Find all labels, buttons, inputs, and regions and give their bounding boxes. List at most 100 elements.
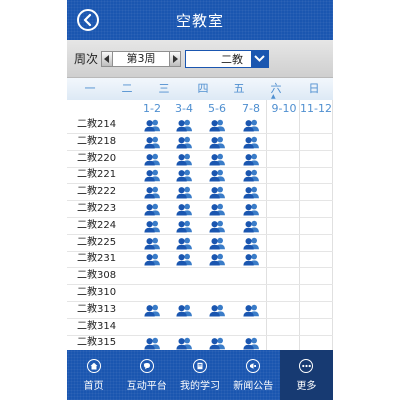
tab-label: 我的学习 <box>180 380 220 392</box>
free-room-icon[interactable] <box>135 135 169 150</box>
tab-label: 互动平台 <box>126 380 167 392</box>
room-row: 二教223 <box>67 201 333 218</box>
free-room-icon[interactable] <box>135 252 169 267</box>
free-room-icon[interactable] <box>234 202 268 217</box>
free-room-icon[interactable] <box>135 219 169 234</box>
free-room-icon[interactable] <box>200 236 234 251</box>
room-grid: 1-2 3-4 5-6 7-8 9-10 11-12 二教214 二教218 二教220 二… <box>67 100 333 350</box>
free-room-icon[interactable] <box>167 303 201 318</box>
room-row: 二教222 <box>67 184 333 202</box>
empty-cell <box>267 202 301 217</box>
room-name: 二教225 <box>77 236 117 248</box>
free-room-icon[interactable] <box>135 185 169 200</box>
empty-cell <box>267 303 301 318</box>
free-room-icon[interactable] <box>167 336 201 350</box>
room-row: 二教310 <box>67 285 333 302</box>
tab-news[interactable]: 新闻公告 <box>227 350 280 400</box>
free-room-icon[interactable] <box>234 135 268 150</box>
empty-cell <box>299 252 333 267</box>
empty-cell <box>299 320 333 335</box>
empty-cell <box>267 320 301 335</box>
home-icon <box>86 358 101 373</box>
day-label: 五 <box>233 82 245 95</box>
free-room-icon[interactable] <box>234 336 268 350</box>
free-room-icon[interactable] <box>200 202 234 217</box>
tab-study[interactable]: 我的学习 <box>173 350 226 400</box>
free-room-icon[interactable] <box>234 236 268 251</box>
empty-cell <box>267 252 301 267</box>
empty-cell <box>299 236 333 251</box>
free-room-icon[interactable] <box>234 252 268 267</box>
free-room-icon[interactable] <box>200 185 234 200</box>
room-row: 二教214 <box>67 117 333 134</box>
day-label: 二 <box>121 82 133 95</box>
slot-label: 5-6 <box>208 102 226 115</box>
empty-cell <box>267 286 301 301</box>
free-room-icon[interactable] <box>135 202 169 217</box>
free-room-icon[interactable] <box>167 185 201 200</box>
next-week-button[interactable] <box>169 50 182 67</box>
building-select[interactable]: 二教 <box>185 49 270 68</box>
empty-cell <box>267 152 301 167</box>
day-label: 日 <box>308 82 320 95</box>
free-room-icon[interactable] <box>167 152 201 167</box>
free-room-icon[interactable] <box>167 168 201 183</box>
empty-cell <box>267 236 301 251</box>
tab-more[interactable]: 更多 <box>279 350 334 400</box>
back-button[interactable] <box>77 9 99 31</box>
room-name: 二教214 <box>77 119 117 130</box>
free-room-icon[interactable] <box>200 118 234 133</box>
empty-cell <box>267 219 301 234</box>
free-room-icon[interactable] <box>167 252 201 267</box>
free-room-icon[interactable] <box>234 118 268 133</box>
free-room-icon[interactable] <box>135 336 169 350</box>
empty-cell <box>200 320 234 335</box>
free-room-icon[interactable] <box>234 168 268 183</box>
free-room-icon[interactable] <box>167 135 201 150</box>
room-name: 二教231 <box>77 253 117 265</box>
slot-label: 7-8 <box>242 102 260 115</box>
prev-week-button[interactable] <box>101 50 114 67</box>
empty-cell <box>267 118 301 133</box>
top-navbar: 空教室 <box>67 0 333 40</box>
empty-cell <box>135 269 169 284</box>
free-room-icon[interactable] <box>167 202 201 217</box>
free-room-icon[interactable] <box>135 303 169 318</box>
empty-cell <box>299 269 333 284</box>
free-room-icon[interactable] <box>234 152 268 167</box>
day-label: 四 <box>197 82 209 95</box>
free-room-icon[interactable] <box>234 219 268 234</box>
free-room-icon[interactable] <box>135 236 169 251</box>
tab-home[interactable]: 首页 <box>67 350 120 400</box>
empty-cell <box>267 269 301 284</box>
free-room-icon[interactable] <box>200 336 234 350</box>
free-room-icon[interactable] <box>135 168 169 183</box>
triangle-left-icon <box>104 54 110 63</box>
free-room-icon[interactable] <box>200 168 234 183</box>
empty-cell <box>167 269 201 284</box>
free-room-icon[interactable] <box>167 219 201 234</box>
tab-label: 更多 <box>296 380 317 392</box>
triangle-right-icon <box>173 54 179 63</box>
free-room-icon[interactable] <box>200 219 234 234</box>
chevron-down-icon <box>251 50 269 67</box>
slot-label: 9-10 <box>271 102 297 115</box>
room-name: 二教310 <box>77 287 117 298</box>
free-room-icon[interactable] <box>135 118 169 133</box>
room-row: 二教225 <box>67 235 333 252</box>
free-room-icon[interactable] <box>200 252 234 267</box>
empty-cell <box>299 336 333 350</box>
free-room-icon[interactable] <box>200 152 234 167</box>
chat-icon <box>139 358 154 373</box>
room-row: 二教308 <box>67 268 333 286</box>
free-room-icon[interactable] <box>200 303 234 318</box>
free-room-icon[interactable] <box>200 135 234 150</box>
room-row: 二教313 <box>67 302 333 319</box>
free-room-icon[interactable] <box>167 236 201 251</box>
bottom-tabbar: 首页 互动平台 我的学习 新闻公告 更多 <box>67 350 334 400</box>
free-room-icon[interactable] <box>234 303 268 318</box>
free-room-icon[interactable] <box>135 152 169 167</box>
free-room-icon[interactable] <box>234 185 268 200</box>
free-room-icon[interactable] <box>167 118 201 133</box>
tab-chat[interactable]: 互动平台 <box>120 350 173 400</box>
